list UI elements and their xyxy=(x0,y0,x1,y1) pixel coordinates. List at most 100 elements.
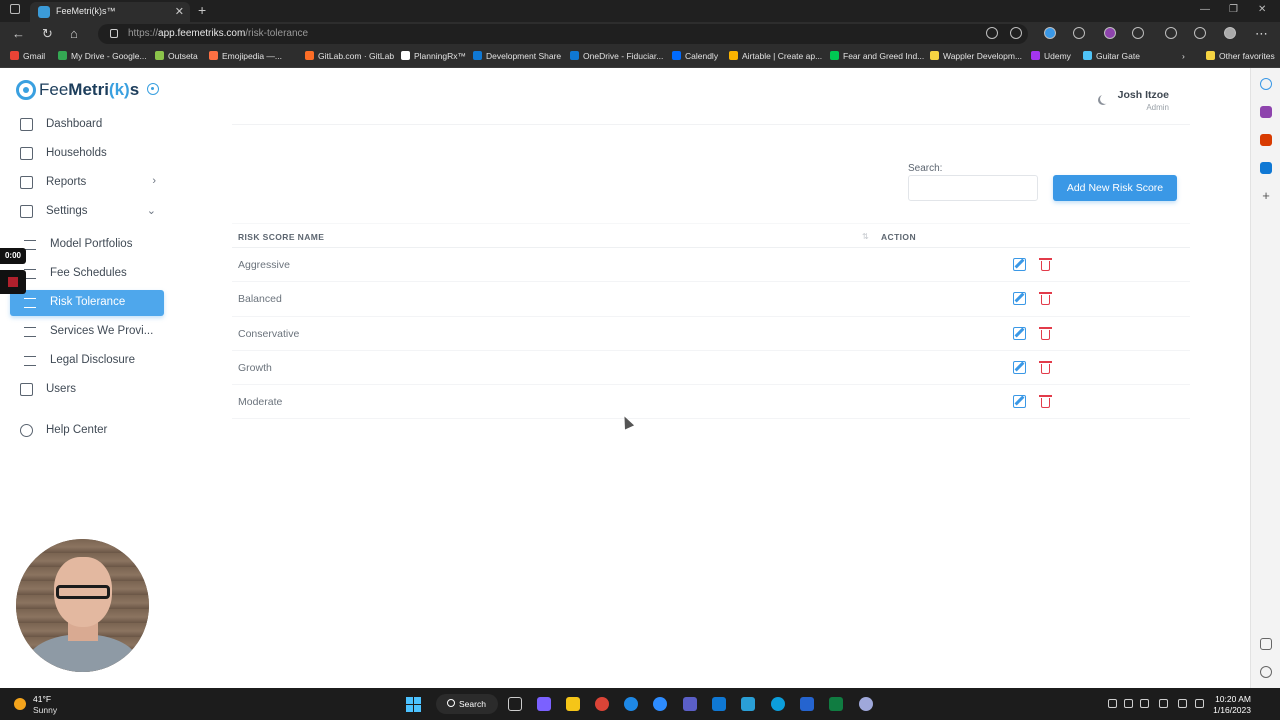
add-icon[interactable]: + xyxy=(1260,189,1272,202)
bookmark[interactable]: Guitar Gate xyxy=(1083,51,1140,61)
bookmark[interactable]: Gmail xyxy=(10,51,45,61)
sidebar-layout-icon[interactable] xyxy=(1260,638,1272,650)
edit-icon[interactable] xyxy=(1013,292,1026,306)
new-tab-icon[interactable]: + xyxy=(198,2,206,18)
trash-icon[interactable] xyxy=(1039,258,1052,271)
close-tab-icon[interactable]: ✕ xyxy=(175,5,184,18)
sidebar-item-settings[interactable]: Settings ⌄ xyxy=(10,199,164,225)
trash-icon[interactable] xyxy=(1039,326,1052,340)
onedrive-icon[interactable] xyxy=(1140,699,1149,708)
chrome-icon[interactable] xyxy=(595,697,609,711)
office-icon[interactable] xyxy=(1260,134,1272,146)
sidebar-item-reports[interactable]: Reports › xyxy=(10,170,164,196)
sun-icon[interactable] xyxy=(14,698,26,710)
stop-recording-icon[interactable] xyxy=(0,270,26,294)
dark-mode-toggle-icon[interactable] xyxy=(1100,94,1110,104)
bookmark[interactable]: Fear and Greed Ind... xyxy=(830,51,924,61)
risk-score-name: Balanced xyxy=(238,293,282,306)
bookmark[interactable]: OneDrive - Fiduciar... xyxy=(570,51,663,61)
gear-icon[interactable] xyxy=(1260,666,1272,678)
edit-icon[interactable] xyxy=(1013,326,1026,340)
sidebar-item-dashboard[interactable]: Dashboard xyxy=(10,112,164,138)
bookmark[interactable]: Wappler Developm... xyxy=(930,51,1022,61)
profile-avatar[interactable] xyxy=(1224,27,1236,39)
bookmark[interactable]: Calendly xyxy=(672,51,718,61)
user-menu[interactable]: Josh Itzoe Admin xyxy=(1100,88,1172,116)
trash-icon[interactable] xyxy=(1039,292,1052,306)
extension-icon[interactable] xyxy=(1073,27,1085,39)
trash-icon[interactable] xyxy=(1039,360,1052,374)
teams-icon[interactable] xyxy=(683,697,697,711)
volume-icon[interactable] xyxy=(1195,699,1204,708)
sidebar-settings-icon[interactable] xyxy=(147,83,159,95)
trash-icon[interactable] xyxy=(1039,395,1052,409)
users-icon xyxy=(20,383,33,396)
sidebar-item-model-portfolios[interactable]: Model Portfolios xyxy=(10,232,164,258)
search-icon[interactable] xyxy=(1260,78,1272,90)
clock-time[interactable]: 10:20 AM xyxy=(1213,694,1251,704)
bookmark[interactable]: Development Share xyxy=(473,51,561,61)
microphone-icon[interactable] xyxy=(1159,699,1168,708)
onedrive-icon[interactable] xyxy=(1124,699,1133,708)
extension-icon[interactable] xyxy=(1044,27,1056,39)
network-icon[interactable] xyxy=(1178,699,1187,708)
refresh-icon[interactable]: ↻ xyxy=(42,26,53,42)
url-field[interactable]: https://app.feemetriks.com/risk-toleranc… xyxy=(98,24,1028,44)
edit-icon[interactable] xyxy=(1013,258,1026,271)
sidebar-item-help-center[interactable]: Help Center xyxy=(10,418,164,444)
more-icon[interactable]: ⋯ xyxy=(1255,26,1268,42)
bookmark[interactable]: PlanningRx™ xyxy=(401,51,466,61)
minimize-icon[interactable]: — xyxy=(1200,4,1210,15)
extensions-icon[interactable] xyxy=(1132,27,1144,39)
edit-icon[interactable] xyxy=(1013,395,1026,409)
bookmark[interactable]: My Drive - Google... xyxy=(58,51,147,61)
task-view-icon[interactable] xyxy=(508,697,522,711)
favorites-icon[interactable] xyxy=(1165,27,1177,39)
clock-date[interactable]: 1/16/2023 xyxy=(1213,705,1251,715)
favorite-add-icon[interactable] xyxy=(1010,27,1022,39)
chevron-up-icon[interactable] xyxy=(1108,699,1117,708)
column-header-name[interactable]: RISK SCORE NAME xyxy=(238,232,324,242)
discover-icon[interactable] xyxy=(1260,106,1272,118)
chat-icon[interactable] xyxy=(537,697,551,711)
taskbar-search[interactable]: Search xyxy=(436,694,498,714)
zoom-icon[interactable] xyxy=(653,697,667,711)
search-input[interactable] xyxy=(908,175,1038,201)
outlook-icon[interactable] xyxy=(1260,162,1272,174)
sort-icon[interactable]: ⇅ xyxy=(862,232,869,241)
file-explorer-icon[interactable] xyxy=(566,697,580,711)
extension-icon[interactable] xyxy=(1104,27,1116,39)
tab-actions-icon[interactable] xyxy=(10,4,20,14)
read-aloud-icon[interactable] xyxy=(986,27,998,39)
sidebar-item-fee-schedules[interactable]: Fee Schedules xyxy=(10,261,164,287)
outlook-icon[interactable] xyxy=(712,697,726,711)
sidebar-item-users[interactable]: Users xyxy=(10,377,164,403)
collections-icon[interactable] xyxy=(1194,27,1206,39)
app-icon[interactable] xyxy=(741,697,755,711)
excel-icon[interactable] xyxy=(829,697,843,711)
sidebar-item-services[interactable]: Services We Provi... xyxy=(10,319,164,345)
edit-icon[interactable] xyxy=(1013,360,1026,374)
sidebar-item-risk-tolerance[interactable]: Risk Tolerance xyxy=(10,290,164,316)
bookmark[interactable]: Outseta xyxy=(155,51,198,61)
browser-tab[interactable]: FeeMetri(k)s™ ✕ xyxy=(30,2,190,22)
edge-icon[interactable] xyxy=(771,697,785,711)
sidebar-item-legal-disclosure[interactable]: Legal Disclosure xyxy=(10,348,164,374)
bookmark[interactable]: Emojipedia —... xyxy=(209,51,282,61)
app-icon[interactable] xyxy=(859,697,873,711)
add-risk-score-button[interactable]: Add New Risk Score xyxy=(1053,175,1177,201)
bookmark[interactable]: GitLab.com · GitLab xyxy=(305,51,394,61)
back-icon[interactable]: ← xyxy=(12,26,25,41)
close-window-icon[interactable]: ✕ xyxy=(1258,4,1266,15)
bookmark[interactable]: Udemy xyxy=(1031,51,1071,61)
windows-start-icon[interactable] xyxy=(406,697,421,712)
sidebar-item-households[interactable]: Households xyxy=(10,141,164,167)
restore-icon[interactable]: ❐ xyxy=(1229,4,1238,15)
bookmark-folder[interactable]: Other favorites xyxy=(1206,51,1275,61)
table-row: Moderate xyxy=(232,385,1190,420)
todo-icon[interactable] xyxy=(800,697,814,711)
app-icon[interactable] xyxy=(624,697,638,711)
bookmark[interactable]: Airtable | Create ap... xyxy=(729,51,822,61)
home-icon[interactable]: ⌂ xyxy=(70,26,78,41)
more-bookmarks-icon[interactable]: › xyxy=(1182,51,1185,61)
